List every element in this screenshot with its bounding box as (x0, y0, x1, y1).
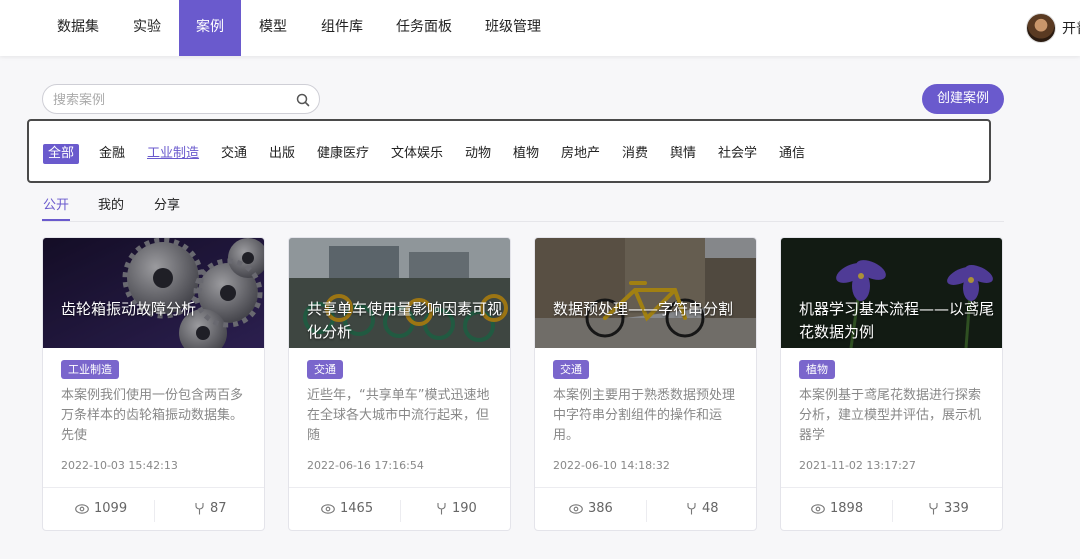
fork-count: 339 (928, 501, 969, 516)
card-date: 2022-10-03 15:42:13 (61, 459, 178, 472)
card-title: 数据预处理——字符串分割 (553, 300, 734, 318)
category-tag: 交通 (307, 360, 343, 379)
view-count: 1099 (75, 501, 127, 516)
card-date: 2022-06-16 17:16:54 (307, 459, 424, 472)
view-count-value: 386 (588, 501, 613, 516)
card-date: 2021-11-02 13:17:27 (799, 459, 916, 472)
footer-divider (400, 500, 401, 522)
fork-icon (437, 503, 446, 515)
fork-icon (929, 503, 938, 515)
category-publishing[interactable]: 出版 (269, 144, 295, 164)
category-industrial-manufacturing[interactable]: 工业制造 (147, 144, 199, 164)
category-health-medical[interactable]: 健康医疗 (317, 144, 369, 164)
category-plants[interactable]: 植物 (513, 144, 539, 164)
card-title: 共享单车使用量影响因素可视化分析 (307, 300, 503, 341)
fork-count-value: 190 (452, 501, 477, 516)
gears-image: 齿轮箱振动故障分析 (43, 238, 264, 348)
card-footer: 1898 339 (781, 487, 1002, 530)
iris-flower-image: 机器学习基本流程——以鸢尾花数据为例 (781, 238, 1002, 348)
footer-divider (646, 500, 647, 522)
nav-item-datasets[interactable]: 数据集 (48, 0, 108, 56)
active-tab-indicator (42, 219, 70, 221)
card-description: 本案例基于鸢尾花数据进行探索分析，建立模型并评估，展示机器学 (799, 388, 982, 443)
footer-divider (154, 500, 155, 522)
fork-icon (195, 503, 204, 515)
footer-divider (892, 500, 893, 522)
category-animals[interactable]: 动物 (465, 144, 491, 164)
view-count-value: 1099 (94, 501, 128, 516)
view-count: 1898 (811, 501, 863, 516)
category-real-estate[interactable]: 房地产 (561, 144, 600, 164)
case-card[interactable]: 共享单车使用量影响因素可视化分析 交通 近些年，“共享单车”模式迅速地在全球各大… (288, 237, 511, 531)
top-nav: 数据集 实验 案例 模型 组件库 任务面板 班级管理 开普 (0, 0, 1080, 56)
category-public-opinion[interactable]: 舆情 (670, 144, 696, 164)
tabs-divider (42, 221, 1004, 222)
user-name[interactable]: 开普 (1062, 18, 1080, 38)
card-footer: 1099 87 (43, 487, 264, 530)
fork-count: 87 (194, 501, 227, 516)
card-description: 本案例我们使用一份包含两百多万条样本的齿轮箱振动数据集。先使 (61, 388, 244, 443)
card-description: 本案例主要用于熟悉数据预处理中字符串分割组件的操作和运用。 (553, 388, 736, 443)
fork-count-value: 48 (702, 501, 719, 516)
category-communication[interactable]: 通信 (779, 144, 805, 164)
eye-icon (321, 503, 335, 514)
eye-icon (811, 503, 825, 514)
card-title: 齿轮箱振动故障分析 (61, 300, 197, 318)
card-footer: 1465 190 (289, 487, 510, 530)
category-transportation[interactable]: 交通 (221, 144, 247, 164)
case-card[interactable]: 齿轮箱振动故障分析 工业制造 本案例我们使用一份包含两百多万条样本的齿轮箱振动数… (42, 237, 265, 531)
tab-public[interactable]: 公开 (43, 196, 69, 216)
category-filter: 全部 金融 工业制造 交通 出版 健康医疗 文体娱乐 动物 植物 房地产 消费 … (27, 119, 991, 183)
search-input[interactable] (53, 90, 283, 110)
nav-item-component-library[interactable]: 组件库 (312, 0, 372, 56)
category-tag: 植物 (799, 360, 835, 379)
category-sociology[interactable]: 社会学 (718, 144, 757, 164)
case-card[interactable]: 机器学习基本流程——以鸢尾花数据为例 植物 本案例基于鸢尾花数据进行探索分析，建… (780, 237, 1003, 531)
tab-mine[interactable]: 我的 (98, 196, 124, 216)
fork-count: 48 (686, 501, 719, 516)
search-box (42, 84, 320, 114)
fork-count-value: 87 (210, 501, 227, 516)
user-menu[interactable]: 开普 (1026, 13, 1080, 43)
fork-icon (687, 503, 696, 515)
view-count: 1465 (321, 501, 373, 516)
view-count-value: 1465 (340, 501, 374, 516)
shared-bikes-image: 共享单车使用量影响因素可视化分析 (289, 238, 510, 348)
avatar[interactable] (1026, 13, 1056, 43)
nav-item-experiments[interactable]: 实验 (120, 0, 174, 56)
category-sports-entertainment[interactable]: 文体娱乐 (391, 144, 443, 164)
view-count: 386 (569, 501, 613, 516)
nav-item-task-panel[interactable]: 任务面板 (388, 0, 460, 56)
search-icon[interactable] (295, 92, 311, 108)
nav-item-cases[interactable]: 案例 (179, 0, 241, 56)
tab-shared[interactable]: 分享 (154, 196, 180, 216)
card-footer: 386 48 (535, 487, 756, 530)
nav-item-models[interactable]: 模型 (246, 0, 300, 56)
category-tag: 交通 (553, 360, 589, 379)
view-count-value: 1898 (830, 501, 864, 516)
category-finance[interactable]: 金融 (99, 144, 125, 164)
fork-count: 190 (436, 501, 477, 516)
eye-icon (75, 503, 89, 514)
card-title: 机器学习基本流程——以鸢尾花数据为例 (799, 300, 995, 341)
category-tag: 工业制造 (61, 360, 119, 379)
category-all[interactable]: 全部 (43, 144, 80, 164)
yellow-bike-image: 数据预处理——字符串分割 (535, 238, 756, 348)
category-consumption[interactable]: 消费 (622, 144, 648, 164)
card-description: 近些年，“共享单车”模式迅速地在全球各大城市中流行起来，但随 (307, 388, 490, 443)
eye-icon (569, 503, 583, 514)
case-card[interactable]: 数据预处理——字符串分割 交通 本案例主要用于熟悉数据预处理中字符串分割组件的操… (534, 237, 757, 531)
create-case-button[interactable]: 创建案例 (922, 84, 1004, 114)
fork-count-value: 339 (944, 501, 969, 516)
card-date: 2022-06-10 14:18:32 (553, 459, 670, 472)
nav-item-class-management[interactable]: 班级管理 (476, 0, 550, 56)
